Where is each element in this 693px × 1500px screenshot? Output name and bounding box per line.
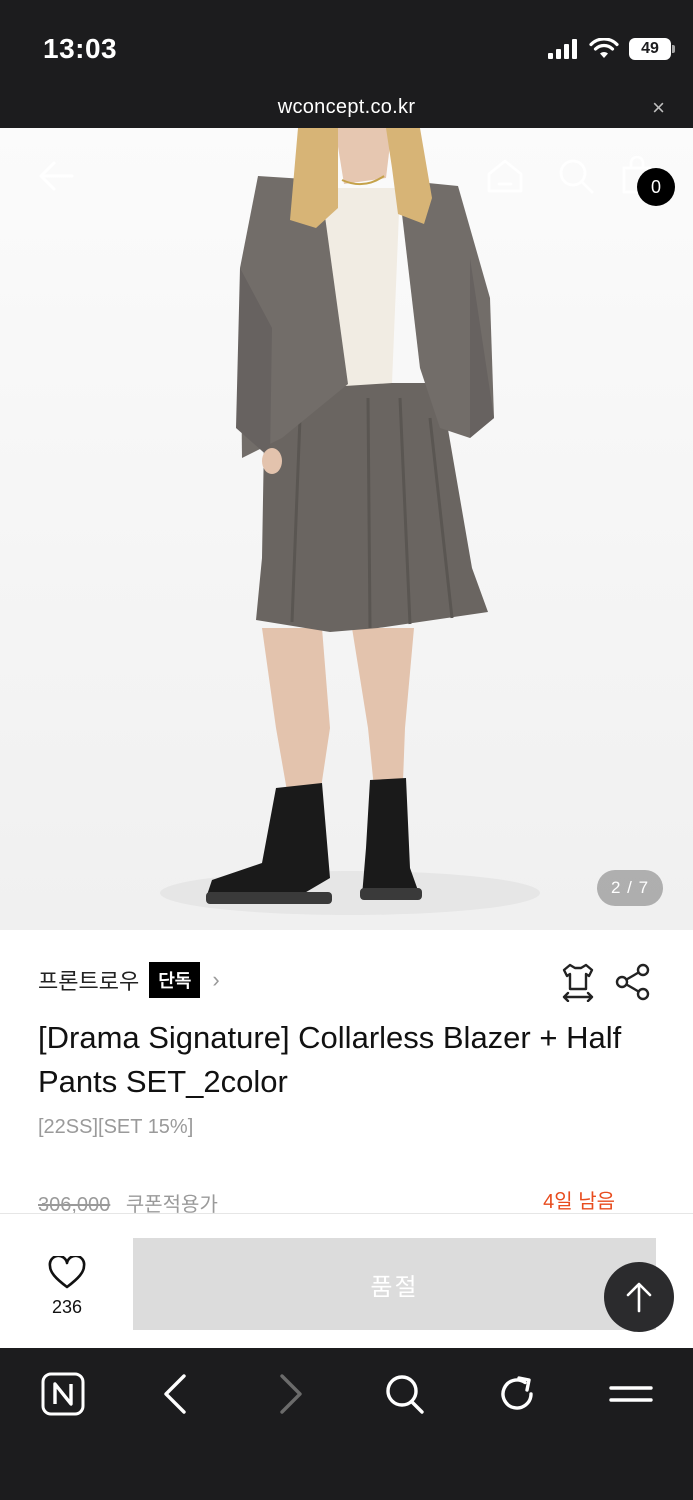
wifi-icon: [589, 38, 619, 58]
brand-name[interactable]: 프론트로우: [38, 964, 139, 996]
heart-icon[interactable]: [47, 1254, 87, 1290]
chevron-left-icon[interactable]: [160, 1372, 190, 1416]
browser-toolbar: [0, 1348, 693, 1500]
reload-icon[interactable]: [497, 1372, 537, 1416]
arrow-up-icon: [626, 1282, 652, 1313]
image-pager: 2 / 7: [597, 870, 663, 906]
back-arrow-icon[interactable]: [36, 156, 76, 196]
search-icon[interactable]: [556, 156, 596, 196]
like-count: 236: [51, 1297, 83, 1317]
battery-indicator: 49: [629, 38, 675, 60]
brand-link[interactable]: 프론트로우 단독 ›: [38, 962, 220, 998]
scroll-to-top-button[interactable]: [604, 1262, 674, 1332]
size-guide-icon[interactable]: [560, 962, 596, 1002]
soldout-button[interactable]: 품절: [133, 1238, 656, 1330]
phone-screen: 13:03 49 wconcept.co.kr × 0 2 / 7 프론트로우 …: [0, 0, 693, 1500]
close-url-button[interactable]: ×: [652, 95, 665, 121]
status-bar: 13:03 49: [0, 0, 693, 90]
chevron-right-icon[interactable]: [276, 1372, 306, 1416]
product-photo: [160, 128, 540, 915]
status-icons: 49: [547, 38, 675, 60]
product-title: [Drama Signature] Collarless Blazer + Ha…: [38, 1020, 622, 1099]
home-icon[interactable]: [485, 156, 525, 196]
menu-icon[interactable]: [609, 1372, 653, 1416]
signal-icon: [548, 39, 577, 59]
product-tags: [22SS][SET 15%]: [38, 1116, 194, 1138]
like-button[interactable]: 236: [44, 1254, 90, 1318]
chevron-right-icon[interactable]: ›: [212, 967, 219, 993]
search-icon[interactable]: [384, 1372, 426, 1416]
url-bar[interactable]: wconcept.co.kr ×: [0, 90, 693, 128]
purchase-bar: 236 품절: [0, 1213, 693, 1348]
naver-n-icon[interactable]: [41, 1372, 85, 1416]
days-left: 4일 남음: [543, 1191, 615, 1213]
share-icon[interactable]: [614, 962, 652, 1002]
cart-count-badge[interactable]: 0: [637, 168, 675, 206]
status-time: 13:03: [43, 33, 118, 64]
url-text[interactable]: wconcept.co.kr: [0, 96, 693, 119]
product-image-carousel[interactable]: 0 2 / 7: [0, 128, 693, 930]
exclusive-badge: 단독: [149, 962, 201, 998]
product-info: 프론트로우 단독 › [Drama Signature] Collarless …: [0, 930, 693, 1216]
